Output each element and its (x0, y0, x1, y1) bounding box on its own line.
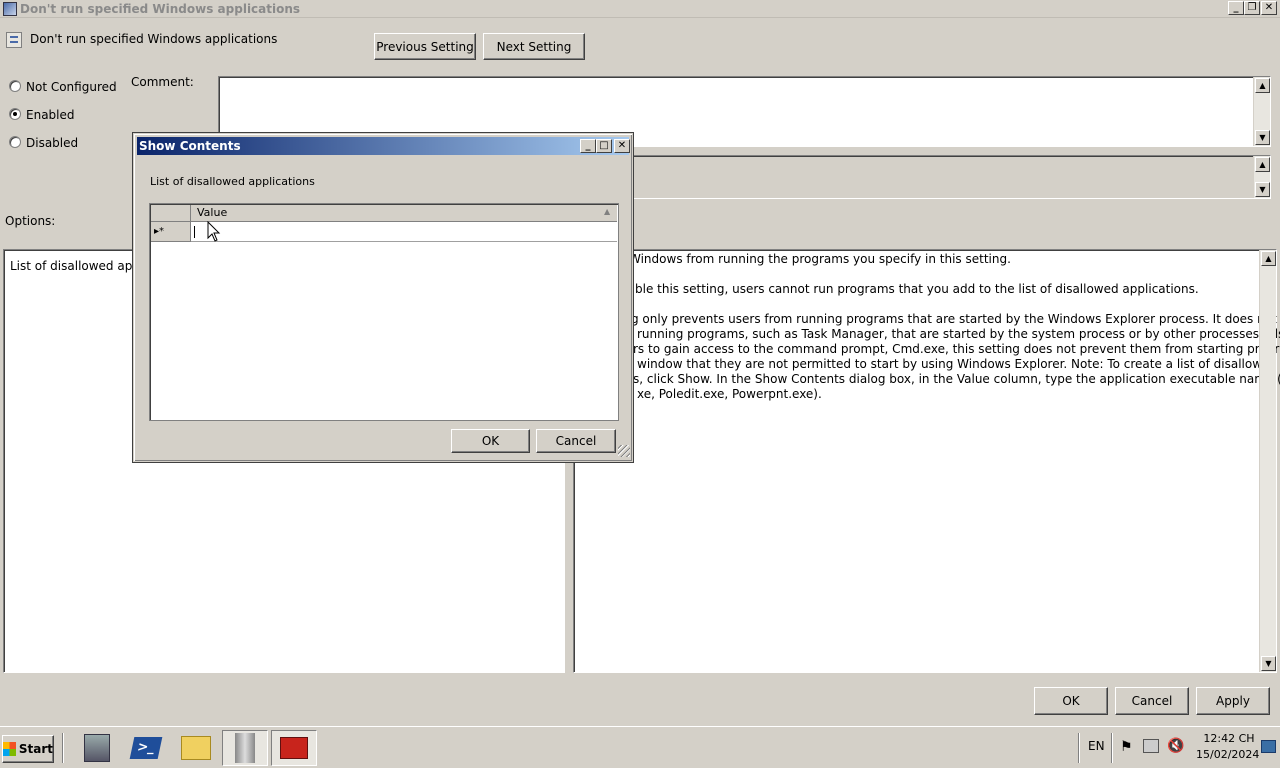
radio-label: Not Configured (26, 80, 117, 94)
dialog-title-bar: Show Contents _ □ ✕ (137, 137, 630, 155)
show-desktop-icon[interactable] (1261, 740, 1276, 753)
mouse-pointer-icon (207, 221, 221, 242)
scroll-down-icon[interactable]: ▼ (1255, 130, 1270, 145)
window-title-bar: Don't run specified Windows applications… (0, 0, 1280, 18)
tray-separator (1111, 733, 1113, 763)
close-button[interactable]: ✕ (1261, 1, 1277, 15)
apply-button[interactable]: Apply (1196, 687, 1270, 715)
minimize-button[interactable]: _ (1228, 1, 1244, 15)
previous-setting-button[interactable]: Previous Setting (374, 33, 476, 60)
help-line: running programs, such as Task Manager, … (637, 327, 1280, 341)
options-label: Options: (5, 214, 56, 228)
help-line: g only prevents users from running progr… (631, 312, 1280, 326)
dialog-minimize-button[interactable]: _ (580, 139, 596, 153)
grid-header: Value ▲ (151, 205, 617, 222)
toolbox-icon[interactable] (271, 730, 317, 766)
action-center-flag-icon[interactable]: ⚑ (1120, 739, 1133, 755)
taskbar: Start >_ EN ⚑ 🔇 12:42 CH 15/02/2024 (0, 726, 1280, 768)
text-cursor (194, 225, 195, 238)
new-row-marker[interactable]: ▸* (151, 222, 191, 242)
help-panel: Windows from running the programs you sp… (573, 249, 1280, 673)
dialog-title: Show Contents (139, 139, 241, 153)
resize-grip-icon[interactable] (618, 445, 630, 457)
help-line: Windows from running the programs you sp… (629, 252, 1011, 266)
help-line: rs to gain access to the command prompt,… (633, 342, 1280, 356)
policy-name: Don't run specified Windows applications (30, 32, 278, 46)
scroll-up-icon[interactable]: ▲ (1255, 78, 1270, 93)
windows-logo-icon (3, 742, 16, 756)
radio-label: Disabled (26, 136, 79, 150)
radio-circle[interactable] (9, 136, 21, 148)
start-label: Start (18, 742, 53, 756)
value-column-header[interactable]: Value (197, 206, 227, 219)
server-manager-icon[interactable] (74, 730, 120, 766)
dialog-ok-button[interactable]: OK (451, 429, 530, 453)
value-cell-input[interactable] (191, 222, 617, 242)
options-item-label: List of disallowed applic (10, 259, 154, 273)
radio-circle[interactable] (9, 80, 21, 92)
sort-arrow-icon: ▲ (604, 207, 611, 216)
clock-date[interactable]: 15/02/2024 (1196, 748, 1259, 761)
radio-label: Enabled (26, 108, 75, 122)
dialog-cancel-button[interactable]: Cancel (536, 429, 616, 453)
window-title: Don't run specified Windows applications (20, 2, 301, 16)
scroll-down-icon[interactable]: ▼ (1261, 656, 1276, 671)
help-line: window that they are not permitted to st… (637, 357, 1278, 371)
next-setting-button[interactable]: Next Setting (483, 33, 585, 60)
restore-button[interactable]: ❐ (1244, 1, 1260, 15)
scroll-down-icon[interactable]: ▼ (1255, 182, 1270, 197)
taskbar-separator (62, 733, 64, 763)
clock-time[interactable]: 12:42 CH (1201, 732, 1257, 745)
help-scrollbar[interactable]: ▲ ▼ (1259, 250, 1276, 672)
tools-icon[interactable] (222, 730, 268, 766)
tray-separator (1078, 733, 1080, 763)
dialog-close-button[interactable]: ✕ (614, 139, 630, 153)
supported-scrollbar[interactable]: ▲ ▼ (1253, 156, 1270, 198)
grid-corner (151, 205, 191, 221)
start-button[interactable]: Start (2, 735, 54, 763)
comment-label: Comment: (131, 75, 194, 89)
policy-editor-icon (3, 2, 17, 16)
network-icon[interactable] (1143, 739, 1159, 753)
comment-scrollbar[interactable]: ▲ ▼ (1253, 77, 1270, 146)
help-line: xe, Poledit.exe, Powerpnt.exe). (637, 387, 822, 401)
scroll-up-icon[interactable]: ▲ (1261, 251, 1276, 266)
explorer-icon[interactable] (173, 730, 219, 766)
powershell-icon[interactable]: >_ (123, 730, 169, 766)
cancel-button[interactable]: Cancel (1115, 687, 1189, 715)
help-line: s, click Show. In the Show Contents dial… (633, 372, 1280, 386)
radio-circle[interactable] (9, 108, 21, 120)
help-line: ble this setting, users cannot run progr… (635, 282, 1199, 296)
volume-muted-icon[interactable]: 🔇 (1167, 738, 1184, 754)
show-contents-dialog: Show Contents _ □ ✕ List of disallowed a… (133, 133, 633, 462)
ok-button[interactable]: OK (1034, 687, 1108, 715)
language-indicator[interactable]: EN (1088, 739, 1105, 753)
list-label: List of disallowed applications (150, 175, 315, 188)
dialog-maximize-button[interactable]: □ (596, 139, 612, 153)
setting-icon (6, 32, 22, 48)
scroll-up-icon[interactable]: ▲ (1255, 157, 1270, 172)
